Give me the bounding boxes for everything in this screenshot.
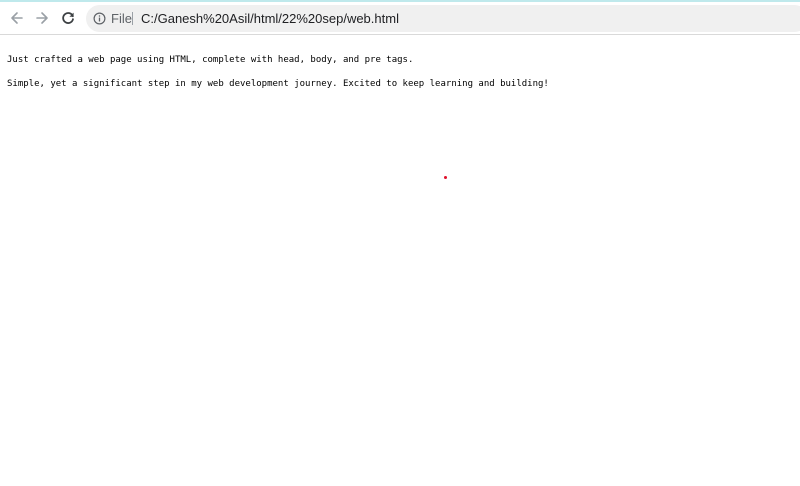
page-content: Just crafted a web page using HTML, comp… [0, 35, 800, 486]
arrow-right-icon [36, 12, 48, 24]
arrow-left-icon [11, 12, 23, 24]
info-icon[interactable] [93, 12, 106, 25]
forward-button[interactable] [30, 6, 54, 30]
cursor-dot [444, 176, 447, 179]
back-button[interactable] [5, 6, 29, 30]
pre-line-1: Just crafted a web page using HTML, comp… [7, 55, 414, 65]
reload-button[interactable] [56, 6, 80, 30]
omnibox-divider [132, 12, 133, 25]
address-bar[interactable]: File C:/Ganesh%20Asil/html/22%20sep/web.… [86, 5, 800, 32]
browser-toolbar: File C:/Ganesh%20Asil/html/22%20sep/web.… [0, 2, 800, 35]
pre-line-2: Simple, yet a significant step in my web… [7, 79, 549, 89]
url-text[interactable]: C:/Ganesh%20Asil/html/22%20sep/web.html [141, 10, 399, 27]
reload-icon [62, 12, 74, 24]
scheme-label: File [111, 11, 132, 26]
